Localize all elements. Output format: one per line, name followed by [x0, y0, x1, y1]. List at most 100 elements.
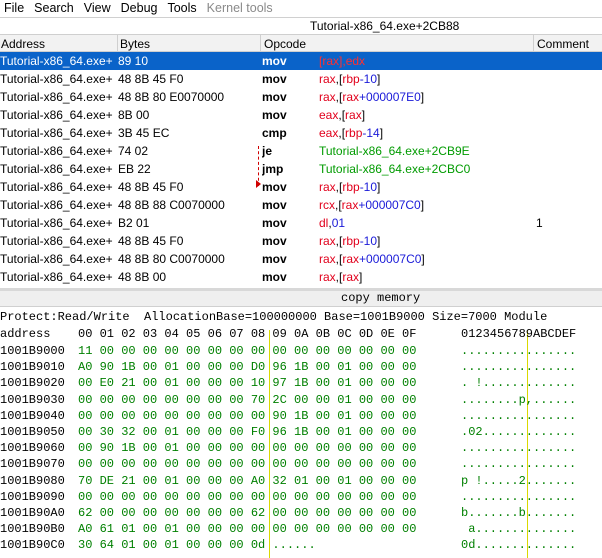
disasm-row[interactable]: Tutorial-x86_64.exe+ 48 8B 45 F0 mov rax,[r… — [0, 232, 602, 250]
disasm-operands: [rax],edx — [319, 54, 366, 68]
disasm-opcode: mov — [262, 234, 287, 248]
column-bytes[interactable]: Bytes — [120, 37, 150, 51]
disasm-address: Tutorial-x86_64.exe+ — [0, 234, 113, 248]
disasm-row[interactable]: Tutorial-x86_64.exe+ 8B 00 mov eax,[rax] — [0, 106, 602, 124]
hex-row[interactable]: 1001B9090 00 00 00 00 00 00 00 00 00 00 0… — [0, 490, 576, 506]
disasm-opcode: mov — [262, 72, 287, 86]
column-opcode[interactable]: Opcode — [264, 37, 306, 51]
disasm-opcode: mov — [262, 54, 287, 68]
disasm-row[interactable]: Tutorial-x86_64.exe+ 48 8B 88 C0070000 mov… — [0, 196, 602, 214]
disasm-operands: Tutorial-x86_64.exe+2CB9E — [319, 144, 470, 158]
disasm-row[interactable]: Tutorial-x86_64.exe+ 48 8B 80 E0070000 mov… — [0, 88, 602, 106]
disasm-opcode: mov — [262, 216, 287, 230]
hex-column-offsets: 00 01 02 03 04 05 06 07 08 09 0A 0B 0C 0… — [78, 327, 417, 341]
current-address: Tutorial-x86_64.exe+2CB88 — [310, 19, 460, 33]
hex-row-ascii: ........p,...... — [461, 392, 577, 407]
hex-row-ascii: ................ — [461, 489, 577, 504]
hex-row[interactable]: 1001B90C0 30 64 01 00 01 00 00 00 0d ....… — [0, 538, 576, 554]
disasm-opcode: mov — [262, 270, 287, 284]
hex-row-bytes: 00 30 32 00 01 00 00 00 F0 96 1B 00 01 0… — [78, 425, 417, 439]
hex-row-ascii: ................ — [461, 344, 577, 358]
hex-row[interactable]: 1001B90A0 62 00 00 00 00 00 00 00 62 00 0… — [0, 506, 576, 522]
disasm-bytes: EB 22 — [118, 162, 151, 176]
hex-row-bytes: 70 DE 21 00 01 00 00 00 A0 32 01 00 01 0… — [78, 473, 417, 488]
hex-row[interactable]: 1001B9080 70 DE 21 00 01 00 00 00 A0 32 0… — [0, 473, 576, 490]
hex-row[interactable]: 1001B9000 11 00 00 00 00 00 00 00 00 00 0… — [0, 344, 576, 360]
disassembly-header: Address Bytes Opcode Comment — [0, 34, 602, 52]
address-bar: Tutorial-x86_64.exe+2CB88 — [0, 17, 602, 34]
hex-row-address: 1001B9010 — [0, 360, 65, 375]
hex-row-address: 1001B90A0 — [0, 506, 65, 520]
hex-row-address: 1001B9070 — [0, 457, 65, 472]
hex-row[interactable]: 1001B9010 A0 90 1B 00 01 00 00 00 D0 96 1… — [0, 360, 576, 376]
disasm-address: Tutorial-x86_64.exe+ — [0, 216, 113, 230]
column-comment[interactable]: Comment — [537, 37, 589, 51]
hex-row-ascii: .02............. — [461, 425, 577, 439]
disasm-opcode: mov — [262, 90, 287, 104]
hex-row-bytes: 00 00 00 00 00 00 00 00 00 00 00 00 00 0… — [78, 457, 417, 472]
disasm-row[interactable]: Tutorial-x86_64.exe+ 48 8B 80 C0070000 mov… — [0, 250, 602, 268]
hex-address-label: address — [0, 327, 51, 341]
menu-view[interactable]: View — [80, 0, 117, 17]
menu-kernel-tools[interactable]: Kernel tools — [203, 0, 279, 17]
disasm-row[interactable]: Tutorial-x86_64.exe+ 89 10 mov [rax],edx — [0, 52, 602, 70]
hex-row[interactable]: 1001B9020 00 E0 21 00 01 00 00 00 10 97 1… — [0, 376, 576, 392]
menu-bar: File Search View Debug Tools Kernel tools — [0, 0, 602, 17]
hex-row[interactable]: 1001B9060 00 90 1B 00 01 00 00 00 00 00 0… — [0, 441, 576, 457]
disasm-bytes: B2 01 — [118, 216, 150, 230]
menu-debug[interactable]: Debug — [117, 0, 164, 17]
disassembly-view[interactable]: Tutorial-x86_64.exe+ 48 8B 00 mov rax,[rax]… — [0, 52, 602, 288]
disasm-opcode: je — [262, 144, 273, 158]
disasm-bytes: 8B 00 — [118, 108, 150, 122]
hex-ascii-header: 0123456789ABCDEF — [461, 327, 577, 341]
disasm-bytes: 74 02 — [118, 144, 149, 158]
hex-view[interactable]: Protect:Read/Write AllocationBase=100000… — [0, 310, 602, 558]
disasm-address: Tutorial-x86_64.exe+ — [0, 198, 113, 212]
disasm-comment: 1 — [536, 216, 543, 230]
disasm-address: Tutorial-x86_64.exe+ — [0, 252, 113, 266]
column-address[interactable]: Address — [1, 37, 45, 51]
menu-file[interactable]: File — [0, 0, 30, 17]
disasm-opcode: mov — [262, 108, 287, 122]
hex-row-ascii: ................ — [461, 360, 577, 375]
disasm-row[interactable]: Tutorial-x86_64.exe+ 3B 45 EC cmp eax,[rbp-… — [0, 124, 602, 142]
hex-row-bytes: A0 90 1B 00 01 00 00 00 D0 96 1B 00 01 0… — [78, 360, 417, 375]
hex-row-ascii: ................ — [461, 441, 577, 456]
hex-row-ascii: b.......b....... — [461, 506, 577, 520]
hex-row-bytes: 30 64 01 00 01 00 00 00 0d ...... — [78, 538, 316, 553]
hex-row[interactable]: 1001B9030 00 00 00 00 00 00 00 00 70 2C 0… — [0, 392, 576, 409]
disasm-row[interactable]: Tutorial-x86_64.exe+ 48 8B 00 mov rax,[rax] — [0, 268, 602, 286]
disasm-bytes: 48 8B 00 — [118, 270, 167, 284]
hex-row-bytes: A0 61 01 00 01 00 00 00 00 00 00 00 00 0… — [78, 522, 417, 537]
disasm-opcode: jmp — [262, 162, 284, 176]
copy-memory-bar[interactable]: copy memory — [0, 291, 602, 307]
hex-column-header: address 00 01 02 03 04 05 06 07 08 09 0A … — [0, 327, 576, 343]
disasm-operands: rcx,[rax+000007C0] — [319, 198, 425, 212]
disasm-row[interactable]: Tutorial-x86_64.exe+ 74 02 je Tutorial-x86_… — [0, 142, 602, 160]
hex-row-address: 1001B9030 — [0, 392, 65, 407]
hex-row-ascii: 0d.............. — [461, 538, 577, 553]
disasm-row[interactable]: Tutorial-x86_64.exe+ 48 8B 45 F0 mov rax,[r… — [0, 70, 602, 88]
hex-row-bytes: 00 E0 21 00 01 00 00 00 10 97 1B 00 01 0… — [78, 376, 417, 391]
hex-row-bytes: 00 00 00 00 00 00 00 00 00 00 00 00 00 0… — [78, 489, 417, 504]
hex-row-ascii: . !............. — [461, 376, 577, 391]
disasm-bytes: 89 10 — [118, 54, 149, 68]
hex-row[interactable]: 1001B9050 00 30 32 00 01 00 00 00 F0 96 1… — [0, 425, 576, 441]
disasm-row[interactable]: Tutorial-x86_64.exe+ EB 22 jmp Tutorial-x86… — [0, 160, 602, 178]
disasm-operands: eax,[rax] — [319, 108, 366, 122]
menu-tools[interactable]: Tools — [163, 0, 202, 17]
hex-row[interactable]: 1001B90B0 A0 61 01 00 01 00 00 00 00 00 0… — [0, 522, 576, 538]
disasm-operands: rax,[rbp-10] — [319, 180, 381, 194]
hex-row-bytes: 00 00 00 00 00 00 00 00 70 2C 00 00 01 0… — [78, 392, 417, 407]
disasm-bytes: 48 8B 45 F0 — [118, 234, 184, 248]
disasm-row[interactable]: Tutorial-x86_64.exe+ 48 8B 45 F0 mov rax,[r… — [0, 178, 602, 196]
disasm-operands: rax,[rax] — [319, 270, 363, 284]
disasm-operands: Tutorial-x86_64.exe+2CBC0 — [319, 162, 471, 176]
disasm-row[interactable]: Tutorial-x86_64.exe+ B2 01 mov dl,01 1 — [0, 214, 602, 232]
hex-row-bytes: 62 00 00 00 00 00 00 00 62 00 00 00 00 0… — [78, 506, 417, 520]
menu-search[interactable]: Search — [30, 0, 80, 17]
hex-row-address: 1001B9080 — [0, 473, 65, 488]
hex-row[interactable]: 1001B9040 00 00 00 00 00 00 00 00 00 90 1… — [0, 409, 576, 425]
hex-row[interactable]: 1001B9070 00 00 00 00 00 00 00 00 00 00 0… — [0, 457, 576, 473]
hex-row-address: 1001B90C0 — [0, 538, 65, 553]
